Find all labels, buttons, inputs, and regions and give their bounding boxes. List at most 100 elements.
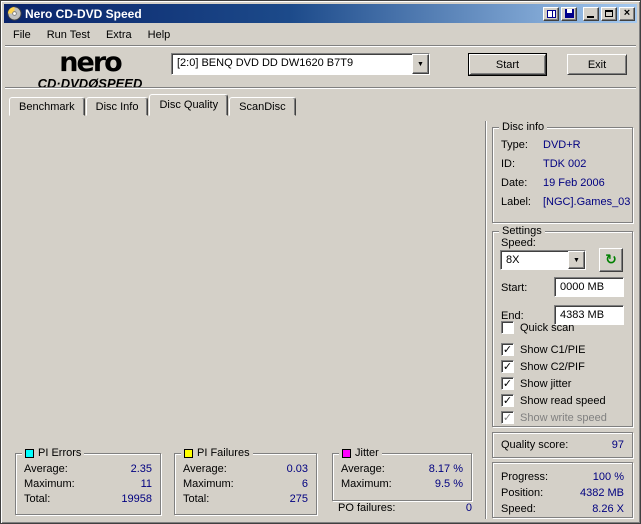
disc-info-label: Date: — [501, 177, 528, 189]
checkbox-icon[interactable]: ✓ — [501, 360, 514, 373]
maximize-button[interactable] — [601, 6, 617, 21]
start-position-label: Start: — [501, 282, 528, 294]
tab-disc-quality[interactable]: Disc Quality — [149, 94, 229, 116]
checkbox-label: Show jitter — [520, 377, 572, 390]
speed-select[interactable]: 8X ▼ — [500, 250, 586, 270]
pi-errors-chart — [9, 123, 487, 285]
divider — [5, 87, 636, 89]
checkbox-show-c2-pif[interactable]: ✓ Show C2/PIF — [501, 360, 585, 373]
stat-label: Maximum: — [24, 478, 75, 490]
jitter-box: Jitter Average: 8.17 % Maximum: 9.5 % — [332, 447, 472, 501]
progress-value: 4382 MB — [579, 487, 624, 499]
app-window: Nero CD-DVD Speed × File Run Test Extra Hel… — [0, 0, 641, 524]
stat-row: Maximum: 6 — [183, 478, 308, 490]
po-failures-row: PO failures: 0 — [338, 502, 472, 514]
pi-errors-legend: PI Errors — [22, 447, 85, 459]
stat-value: 11 — [140, 478, 152, 490]
disc-info-title: Disc info — [499, 121, 548, 133]
disc-info-label: ID: — [501, 158, 516, 170]
progress-row: Position: 4382 MB — [501, 487, 624, 499]
title-bar[interactable]: Nero CD-DVD Speed × — [4, 4, 637, 23]
floppy-icon — [564, 9, 574, 18]
refresh-button[interactable]: ↻ — [599, 248, 623, 272]
jitter-legend: Jitter — [339, 447, 382, 459]
stat-row: Average: 0.03 — [183, 463, 308, 475]
stat-value: 275 — [289, 493, 308, 505]
menu-extra[interactable]: Extra — [98, 27, 140, 43]
menu-bar: File Run Test Extra Help — [5, 25, 636, 44]
menu-file[interactable]: File — [5, 27, 39, 43]
checkbox-icon[interactable]: ✓ — [501, 394, 514, 407]
stat-value: 0.03 — [286, 463, 308, 475]
checkbox-quick-scan[interactable]: Quick scan — [501, 321, 574, 334]
checkbox-show-write-speed[interactable]: ✓ Show write speed — [501, 411, 607, 424]
checkbox-show-c1-pie[interactable]: ✓ Show C1/PIE — [501, 343, 585, 356]
menu-help[interactable]: Help — [140, 27, 179, 43]
stat-label: Average: — [24, 463, 68, 475]
disc-info-row: ID: TDK 002 — [501, 158, 626, 170]
stat-value: 9.5 % — [434, 478, 463, 490]
progress-label: Position: — [501, 487, 544, 499]
quality-score-row: Quality score: 97 — [501, 439, 624, 451]
po-failures-label: PO failures: — [338, 502, 396, 514]
checkbox-icon[interactable]: ✓ — [501, 343, 514, 356]
drive-select[interactable]: [2:0] BENQ DVD DD DW1620 B7T9 ▼ — [171, 53, 430, 75]
stat-row: Maximum: 9.5 % — [341, 478, 463, 490]
menu-run-test[interactable]: Run Test — [39, 27, 98, 43]
speed-label: Speed: — [501, 237, 536, 249]
stat-label: Maximum: — [341, 478, 392, 490]
report-button[interactable] — [543, 6, 559, 21]
minimize-icon — [587, 15, 594, 18]
checkbox-show-jitter[interactable]: ✓ Show jitter — [501, 377, 571, 390]
disc-info-label: Label: — [501, 196, 531, 208]
minimize-button[interactable] — [583, 6, 599, 21]
checkbox-icon[interactable] — [501, 321, 514, 334]
stat-label: Total: — [183, 493, 210, 505]
close-button[interactable]: × — [619, 6, 635, 21]
tab-disc-info[interactable]: Disc Info — [85, 97, 149, 116]
tab-scandisc[interactable]: ScanDisc — [229, 97, 296, 116]
chevron-down-icon[interactable]: ▼ — [412, 54, 429, 74]
start-button[interactable]: Start — [468, 53, 547, 76]
exit-button[interactable]: Exit — [567, 54, 627, 75]
stat-value: 8.17 % — [428, 463, 463, 475]
stat-row: Average: 8.17 % — [341, 463, 463, 475]
tab-benchmark[interactable]: Benchmark — [9, 97, 85, 116]
pi-errors-box: PI Errors Average: 2.35 Maximum: 11 Total: 199… — [15, 447, 161, 515]
quality-score-value: 97 — [611, 439, 624, 451]
pi-failures-box: PI Failures Average: 0.03 Maximum: 6 Total: 27… — [174, 447, 317, 515]
checkbox-show-read-speed[interactable]: ✓ Show read speed — [501, 394, 606, 407]
disc-info-row: Type: DVD+R — [501, 139, 626, 151]
chevron-down-icon[interactable]: ▼ — [568, 251, 585, 269]
checkbox-label: Quick scan — [520, 321, 575, 334]
book-icon — [546, 9, 556, 18]
stat-box-title: PI Failures — [197, 447, 250, 459]
checkbox-label: Show write speed — [520, 411, 607, 424]
stat-label: Average: — [341, 463, 385, 475]
drive-select-value: [2:0] BENQ DVD DD DW1620 B7T9 — [177, 57, 354, 69]
stat-row: Total: 275 — [183, 493, 308, 505]
stat-row: Maximum: 11 — [24, 478, 152, 490]
stat-row: Average: 2.35 — [24, 463, 152, 475]
checkbox-icon[interactable]: ✓ — [501, 411, 514, 424]
speed-select-value: 8X — [506, 254, 520, 266]
disc-info-row: Date: 19 Feb 2006 — [501, 177, 626, 189]
progress-value: 8.26 X — [592, 503, 624, 515]
stat-value: 2.35 — [130, 463, 152, 475]
nero-logo: nero CD·DVDØSPEED — [17, 49, 163, 90]
disc-info-value: 19 Feb 2006 — [543, 177, 605, 189]
save-button[interactable] — [561, 6, 577, 21]
stat-label: Total: — [24, 493, 51, 505]
disc-info-value: DVD+R — [543, 139, 581, 151]
nero-logo-text: nero — [59, 47, 122, 78]
progress-value: 100 % — [592, 471, 624, 483]
quality-score-box: Quality score: 97 — [492, 432, 633, 458]
checkbox-icon[interactable]: ✓ — [501, 377, 514, 390]
divider — [485, 121, 487, 519]
stat-box-title: PI Errors — [38, 447, 82, 459]
start-position-field[interactable]: 0000 MB — [554, 277, 624, 297]
stat-row: Total: 19958 — [24, 493, 152, 505]
stat-value: 6 — [301, 478, 308, 490]
disc-info-value: [NGC].Games_03 — [543, 196, 631, 208]
checkbox-label: Show C1/PIE — [520, 343, 586, 356]
